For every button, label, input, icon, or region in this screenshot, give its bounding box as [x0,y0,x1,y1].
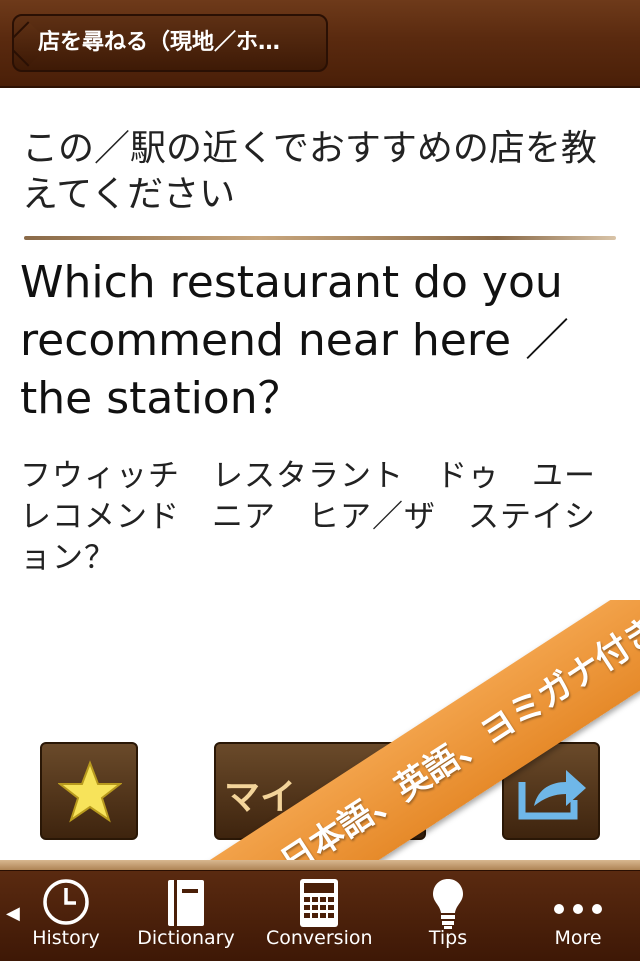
tab-conversion[interactable]: Conversion [266,871,373,961]
divider [24,236,616,240]
clock-icon [43,879,89,925]
tab-dictionary[interactable]: Dictionary [136,871,236,961]
promo-ribbon: 日本語、英語、ヨミガナ付き [143,600,640,870]
english-phrase: Which restaurant do you recommend near h… [20,257,570,424]
tab-history-label: History [32,927,100,949]
katakana-reading: フウィッチ レスタラント ドゥ ユー レコメンド ニア ヒア／ザ ステイション？ [20,458,628,576]
more-dots-icon [554,904,602,914]
tab-conversion-label: Conversion [266,927,373,949]
lightbulb-icon [433,879,463,929]
book-icon [168,880,204,926]
tab-tips-label: Tips [428,927,468,949]
japanese-phrase: この／駅の近くでおすすめの店を教えてください [22,128,597,215]
back-button[interactable]: 店を尋ねる（現地／ホ… [12,14,328,72]
tab-tips[interactable]: Tips [410,871,486,961]
calculator-icon [300,879,338,927]
tab-dictionary-label: Dictionary [137,927,235,949]
left-scroll-icon[interactable]: ◀ [6,903,20,924]
tab-history[interactable]: History [24,871,108,961]
tab-more-label: More [554,927,602,949]
tab-more[interactable]: More [540,871,616,961]
back-button-label: 店を尋ねる（現地／ホ… [38,30,281,55]
tab-bar: ◀ History Dictionary Conversion Tips Mor… [0,870,640,961]
promo-ribbon-area: 日本語、英語、ヨミガナ付き [0,600,640,870]
navigation-bar: 店を尋ねる（現地／ホ… [0,0,640,88]
